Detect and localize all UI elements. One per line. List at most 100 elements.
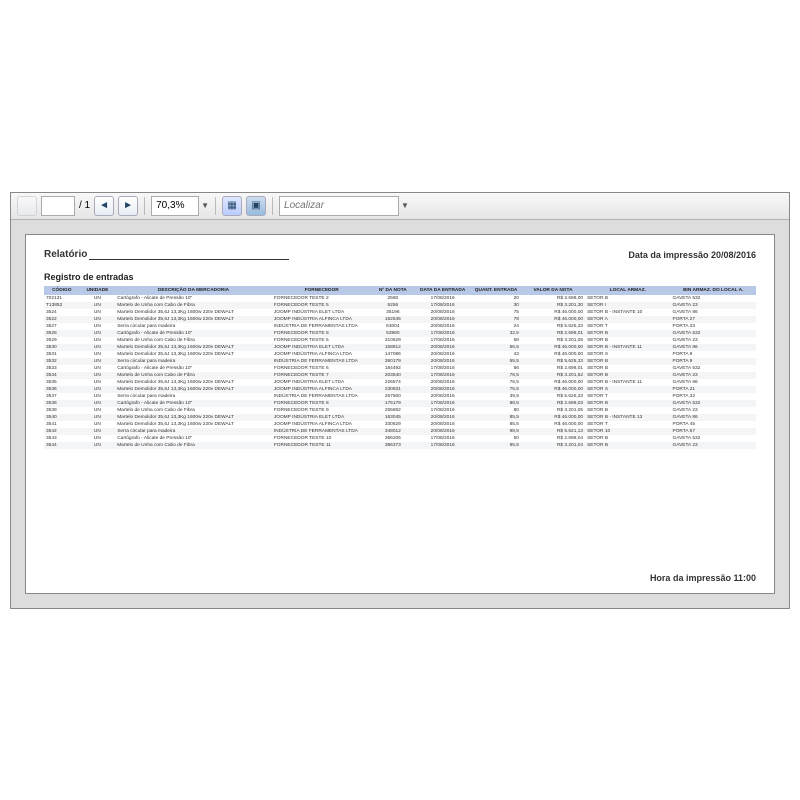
cell-bin: PORTA 45: [671, 421, 757, 428]
cell-desc: Martelo Demolidor 35,6J 13,3Kg 1600w 220…: [115, 379, 272, 386]
cell-loc: SETOR B: [585, 365, 670, 372]
cell-forn: INDÚSTRIA DE FERRAMENTAS LTDA: [272, 428, 372, 435]
cell-nota: 330829: [371, 421, 414, 428]
cell-bin: PORTA 9: [671, 358, 757, 365]
cell-qty: 58: [471, 337, 521, 344]
cell-qty: 75,5: [471, 386, 521, 393]
cell-data: 20/08/2016: [414, 358, 471, 365]
cell-desc: Martelo Demolidor 35,6J 13,3Kg 1600w 220…: [115, 414, 272, 421]
cell-forn: JOOMP INDÚSTRIA ELET LTDA: [272, 379, 372, 386]
save-button[interactable]: ▦: [222, 196, 242, 216]
disk-icon: ▦: [227, 200, 236, 211]
search-dropdown-icon[interactable]: ▼: [401, 201, 409, 210]
cell-data: 17/08/2016: [414, 442, 471, 449]
table-row: 3543UNCartógrafo - Alicate de Pressão 10…: [44, 435, 756, 442]
cell-loc: SETOR A: [585, 316, 670, 323]
zoom-input[interactable]: [151, 196, 199, 216]
table-row: 3531UNMartelo Demolidor 35,6J 13,3Kg 160…: [44, 351, 756, 358]
cell-un: UN: [80, 428, 116, 435]
cell-un: UN: [80, 379, 116, 386]
cell-data: 17/08/2016: [414, 337, 471, 344]
cell-code: 3540: [44, 414, 80, 421]
cell-forn: JOOMP INDÚSTRIA ELET LTDA: [272, 414, 372, 421]
cell-loc: SETOR B - INSTANTE 10: [585, 309, 670, 316]
table-row: 3540UNMartelo Demolidor 35,6J 13,3Kg 160…: [44, 414, 756, 421]
next-page-button[interactable]: ►: [118, 196, 138, 216]
search-input[interactable]: [279, 196, 399, 216]
cell-bin: PORTA 27: [671, 316, 757, 323]
cell-desc: Cartógrafo - Alicate de Pressão 10": [115, 330, 272, 337]
cell-qty: 32,5: [471, 330, 521, 337]
cell-forn: INDÚSTRIA DE FERRAMENTAS LTDA: [272, 323, 372, 330]
cell-bin: GAVETA 86: [671, 379, 757, 386]
cell-val: R$ 46.000,00: [521, 379, 585, 386]
cell-val: R$ 3.201,04: [521, 442, 585, 449]
cell-val: R$ 46.000,00: [521, 414, 585, 421]
cell-qty: 80: [471, 407, 521, 414]
page-number-input[interactable]: [41, 196, 75, 216]
cell-data: 17/08/2016: [414, 435, 471, 442]
cell-un: UN: [80, 337, 116, 344]
cell-qty: 30: [471, 302, 521, 309]
section-title: Registro de entradas: [44, 272, 756, 282]
cell-code: 3539: [44, 407, 80, 414]
cell-un: UN: [80, 316, 116, 323]
cell-loc: SETOR 10: [585, 428, 670, 435]
separator: [144, 197, 145, 215]
cell-bin: GAVETA 23: [671, 372, 757, 379]
cell-un: UN: [80, 386, 116, 393]
cell-bin: PORTA 33: [671, 323, 757, 330]
cell-qty: 43: [471, 351, 521, 358]
cell-loc: SETOR B - INSTANTE 11: [585, 344, 670, 351]
cell-desc: Martelo Demolidor 35,6J 13,3Kg 1600w 220…: [115, 421, 272, 428]
cell-desc: Martelo de Unha com Cabo de Fibra: [115, 407, 272, 414]
cell-nota: 63004: [371, 323, 414, 330]
cell-val: R$ 2.698,00: [521, 295, 585, 302]
cell-val: R$ 2.698,01: [521, 330, 585, 337]
cell-desc: Serra circular para madeira: [115, 358, 272, 365]
table-row: 3529UNMartelo de Unha com Cabo de FibraF…: [44, 337, 756, 344]
cell-nota: 2580: [371, 295, 414, 302]
cell-un: UN: [80, 309, 116, 316]
cell-loc: SETOR B: [585, 337, 670, 344]
table-row: 3539UNMartelo de Unha com Cabo de FibraF…: [44, 407, 756, 414]
cell-qty: 85,5: [471, 414, 521, 421]
cell-bin: GAVETA 532: [671, 435, 757, 442]
cell-loc: SETOR B: [585, 407, 670, 414]
first-page-button[interactable]: [17, 196, 37, 216]
fit-page-button[interactable]: ▣: [246, 196, 266, 216]
table-row: 3536UNMartelo Demolidor 35,6J 13,3Kg 160…: [44, 386, 756, 393]
cell-code: 3544: [44, 442, 80, 449]
cell-un: UN: [80, 421, 116, 428]
cell-un: UN: [80, 302, 116, 309]
cell-code: 3541: [44, 421, 80, 428]
cell-forn: FORNECEDOR TESTE 6: [272, 365, 372, 372]
cell-desc: Martelo Demolidor 35,6J 13,3Kg 1600w 220…: [115, 344, 272, 351]
col-header: DESCRIÇÃO DA MERCADORIA: [115, 286, 272, 295]
cell-bin: GAVETA 86: [671, 414, 757, 421]
cell-qty: 24: [471, 323, 521, 330]
prev-page-button[interactable]: ◄: [94, 196, 114, 216]
cell-qty: 98,5: [471, 428, 521, 435]
table-row: 3533UNCartógrafo - Alicate de Pressão 10…: [44, 365, 756, 372]
cell-nota: 162545: [371, 316, 414, 323]
cell-loc: SETOR B: [585, 295, 670, 302]
cell-desc: Cartógrafo - Alicate de Pressão 10": [115, 295, 272, 302]
cell-data: 17/08/2016: [414, 295, 471, 302]
table-row: 3524UNMartelo Demolidor 35,6J 13,3Kg 160…: [44, 309, 756, 316]
cell-desc: Cartógrafo - Alicate de Pressão 10": [115, 365, 272, 372]
cell-data: 20/08/2016: [414, 386, 471, 393]
cell-desc: Martelo de Unha com Cabo de Fibra: [115, 442, 272, 449]
cell-qty: 56,5: [471, 344, 521, 351]
zoom-dropdown-icon[interactable]: ▼: [201, 201, 209, 210]
cell-desc: Martelo Demolidor 35,6J 13,3Kg 1600w 220…: [115, 351, 272, 358]
cell-desc: Cartógrafo - Alicate de Pressão 10": [115, 400, 272, 407]
cell-nota: 230831: [371, 386, 414, 393]
report-title: Relatório: [44, 249, 289, 260]
cell-nota: 163045: [371, 414, 414, 421]
cell-val: R$ 3.201,30: [521, 302, 585, 309]
cell-code: 3535: [44, 379, 80, 386]
cell-un: UN: [80, 358, 116, 365]
cell-val: R$ 3.201,05: [521, 337, 585, 344]
cell-bin: GAVETA 532: [671, 400, 757, 407]
